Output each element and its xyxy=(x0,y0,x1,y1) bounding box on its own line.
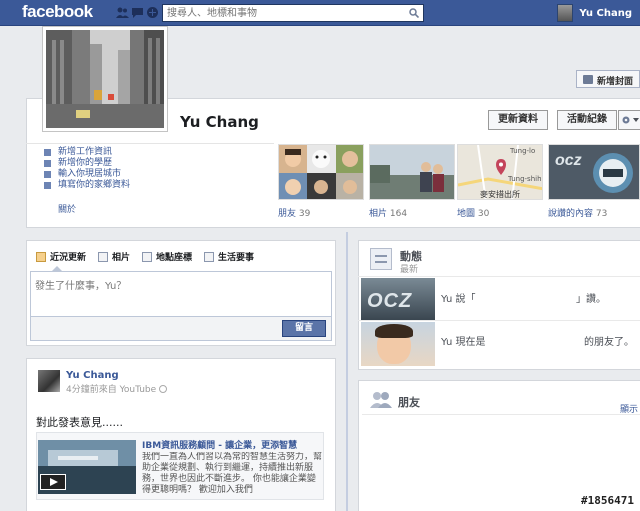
post-author[interactable]: Yu Chang xyxy=(66,370,119,381)
tile-count: 30 xyxy=(477,209,490,219)
city-street-photo xyxy=(46,30,164,128)
tab-label: 生活要事 xyxy=(218,253,255,263)
add-cover-label: 新增封面 xyxy=(597,77,634,87)
tab-life-event[interactable]: 生活要事 xyxy=(204,250,254,263)
post-timestamp[interactable]: 4分鐘前來自 YouTube xyxy=(66,385,156,395)
map-tile[interactable]: Tung-lo Tung-shih 麥安措出所 xyxy=(457,144,543,200)
search-icon[interactable] xyxy=(409,8,419,18)
post-text: 對此發表意見...... xyxy=(36,416,123,429)
tab-photo[interactable]: 相片 xyxy=(98,250,130,263)
pin-icon xyxy=(44,182,51,189)
info-item-label: 新增你的學歷 xyxy=(58,158,113,168)
profile-name: Yu Chang xyxy=(180,113,259,131)
watermark: #1856471 xyxy=(581,494,634,507)
tile-count: 73 xyxy=(595,209,608,219)
tile-count: 164 xyxy=(389,209,408,219)
photos-tile[interactable] xyxy=(369,144,455,200)
tab-status-update[interactable]: 近況更新 xyxy=(36,250,86,263)
add-cover-button[interactable]: 新增封面 xyxy=(576,70,640,88)
tile-label-text: 朋友 xyxy=(278,209,297,219)
search-input[interactable] xyxy=(163,5,403,21)
post-meta: 4分鐘前來自 YouTube xyxy=(66,382,168,395)
search-box[interactable] xyxy=(162,4,424,22)
about-link[interactable]: 關於 xyxy=(58,202,76,215)
map-tile-label[interactable]: 地圖 30 xyxy=(457,206,489,219)
info-item-hometown[interactable]: 填寫你的家鄉資料 xyxy=(44,180,274,191)
friends-divider xyxy=(362,414,640,415)
likes-tile[interactable]: ocz xyxy=(548,144,640,200)
friends-icon xyxy=(370,392,392,408)
activity-log-button[interactable]: 活動紀錄 xyxy=(557,110,617,130)
shared-link-description: 我們一直為人們習以為常的智慧生活努力，幫助企業從規劃、執行到繼運，持續推出新服務… xyxy=(142,452,322,495)
info-item-education[interactable]: 新增你的學歷 xyxy=(44,158,274,169)
top-navigation-bar: facebook Yu Chang xyxy=(0,0,640,26)
photo-hair xyxy=(375,324,413,338)
friends-tile[interactable] xyxy=(278,144,364,200)
likes-thumbnail: ocz xyxy=(549,145,639,199)
tile-label-text: 地圖 xyxy=(457,209,476,219)
life-event-icon xyxy=(204,251,215,262)
photos-tile-label[interactable]: 相片 164 xyxy=(369,206,407,219)
notifications-icon[interactable] xyxy=(146,6,159,19)
status-textarea[interactable]: 發生了什麼事，Yu？ xyxy=(30,271,332,317)
info-item-label: 新增工作資訊 xyxy=(58,147,113,157)
info-divider xyxy=(26,143,274,144)
tile-count: 39 xyxy=(298,209,311,219)
map-place-label: Tung-lo xyxy=(510,147,536,155)
gear-icon xyxy=(622,116,639,124)
facebook-logo[interactable]: facebook xyxy=(22,2,93,22)
play-icon[interactable] xyxy=(40,474,66,490)
friends-tile-label[interactable]: 朋友 39 xyxy=(278,206,310,219)
timeline-spine xyxy=(346,232,348,511)
settings-gear-button[interactable] xyxy=(618,110,640,130)
top-user-link[interactable]: Yu Chang xyxy=(557,3,632,23)
activity-row-end: 」讚。 xyxy=(576,294,606,305)
tile-label-text: 相片 xyxy=(369,209,388,219)
profile-info-list: 新增工作資訊 新增你的學歷 輸入你現居城市 填寫你的家鄉資料 xyxy=(44,147,274,191)
camera-icon xyxy=(583,75,593,84)
activity-row-end: 的朋友了。 xyxy=(584,337,634,348)
home-icon xyxy=(44,171,51,178)
photos-thumbnail xyxy=(370,145,454,199)
top-user-name: Yu Chang xyxy=(579,7,632,19)
shared-link-title[interactable]: IBM資訊服務顧問 - 讓企業，更添智慧 xyxy=(142,438,322,451)
globe-icon[interactable] xyxy=(159,385,168,393)
info-item-label: 輸入你現居城市 xyxy=(58,169,122,179)
tab-label: 相片 xyxy=(112,253,131,263)
friends-title: 朋友 xyxy=(398,396,420,409)
activity-baby-photo[interactable] xyxy=(361,322,435,366)
tile-label-text: 說讚的內容 xyxy=(548,209,594,219)
friend-requests-icon[interactable] xyxy=(116,6,129,19)
activity-row-text: Yu 現在是 xyxy=(441,337,486,348)
education-icon xyxy=(44,160,51,167)
info-item-label: 填寫你的家鄉資料 xyxy=(58,180,131,190)
map-pin-icon xyxy=(142,251,153,262)
profile-picture[interactable] xyxy=(42,26,168,132)
activity-ocz-image[interactable]: OCZ xyxy=(361,278,435,320)
map-caption: 麥安措出所 xyxy=(480,190,520,199)
info-item-current-city[interactable]: 輸入你現居城市 xyxy=(44,169,274,180)
friends-collage xyxy=(279,145,363,199)
avatar[interactable] xyxy=(38,370,60,392)
photo-icon xyxy=(98,251,109,262)
avatar xyxy=(557,4,574,22)
status-icon xyxy=(36,251,46,262)
post-button[interactable]: 留言 xyxy=(282,320,326,337)
likes-tile-label[interactable]: 說讚的內容 73 xyxy=(548,206,607,219)
tab-label: 地點座標 xyxy=(156,253,193,263)
svg-text:ocz: ocz xyxy=(555,152,582,169)
tab-place[interactable]: 地點座標 xyxy=(142,250,192,263)
info-item-work[interactable]: 新增工作資訊 xyxy=(44,147,274,158)
composer-tabs: 近況更新 相片 地點座標 生活要事 xyxy=(36,250,254,263)
map-place-label-2: Tung-shih xyxy=(508,175,542,183)
work-icon xyxy=(44,149,51,156)
ocz-logo-text: OCZ xyxy=(367,290,413,312)
activity-subtitle: 最新 xyxy=(400,265,419,275)
activity-icon xyxy=(370,248,392,270)
activity-row-text: Yu 說「 xyxy=(441,294,476,305)
tab-label: 近況更新 xyxy=(50,253,87,263)
update-info-button[interactable]: 更新資料 xyxy=(488,110,548,130)
messages-icon[interactable] xyxy=(131,6,144,19)
